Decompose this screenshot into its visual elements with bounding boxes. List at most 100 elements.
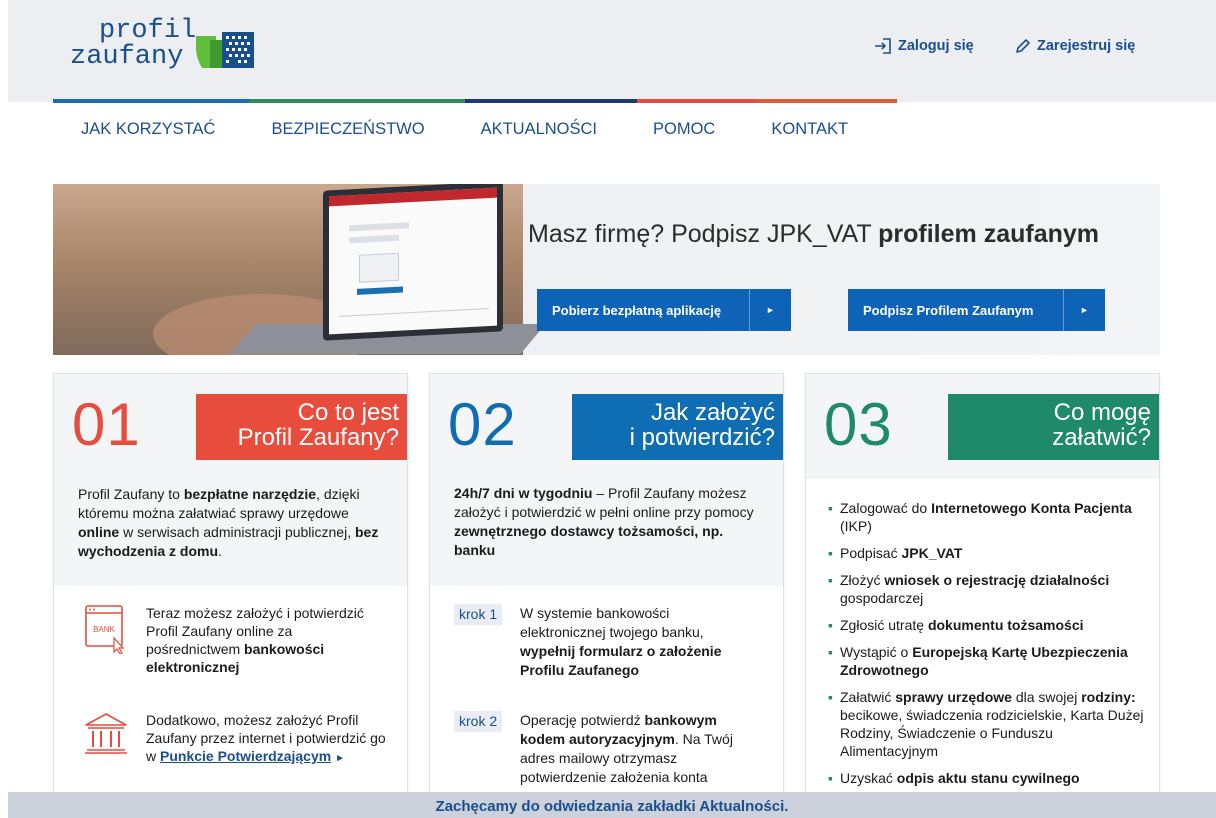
sign-with-profile-button[interactable]: Podpisz Profilem Zaufanym ► <box>848 289 1105 331</box>
list-text: Wystąpić o <box>840 644 913 660</box>
card-header: 03 Co mogę załatwić? <box>806 374 1159 479</box>
banner-title-bold: profilem zaufanym <box>878 220 1099 248</box>
card-lead: 24h/7 dni w tygodniu – Profil Zaufany mo… <box>454 484 764 560</box>
card-header: 02 Jak założyć i potwierdzić? 24h/7 dni … <box>430 374 783 586</box>
lead-text: bezpłatne narzędzie <box>183 486 317 502</box>
list-item: ▪ Złożyć wniosek o rejestrację działalnoś… <box>828 571 1150 607</box>
card-title-line-1: Jak założyć <box>650 399 775 426</box>
main-nav: JAK KORZYSTAĆ BEZPIECZEŃSTWO AKTUALNOŚCI… <box>81 120 848 139</box>
arrow-right-icon: ► <box>335 753 345 764</box>
step-text-part: W systemie bankowości elektronicznej two… <box>520 605 704 640</box>
list-text: becikowe, świadczenia rodzicielskie, Kar… <box>840 707 1144 759</box>
card-title-line-2: Profil Zaufany? <box>237 424 399 451</box>
list-item: ▪ Zalogować do Internetowego Konta Pacjen… <box>828 499 1150 535</box>
confirmation-point-link[interactable]: Punkcie Potwierdzającym <box>160 748 331 764</box>
list-item: ▪ Załatwić sprawy urzędowe dla swojej rod… <box>828 688 1150 760</box>
arrow-right-icon: ► <box>1063 289 1105 331</box>
login-label: Zaloguj się <box>898 38 974 54</box>
pencil-icon <box>1016 39 1030 53</box>
list-text: (IKP) <box>840 518 872 534</box>
stripe-segment <box>249 99 465 103</box>
login-icon <box>875 38 891 54</box>
banner-photo <box>53 184 546 355</box>
card-title: Jak założyć i potwierdzić? <box>572 394 783 460</box>
services-list: ▪ Zalogować do Internetowego Konta Pacjen… <box>828 499 1150 796</box>
news-notice-bar[interactable]: Zachęcamy do odwiedzania zakładki Aktual… <box>8 792 1216 818</box>
feature-confirm-point-text: Dodatkowo, możesz założyć Profil Zaufany… <box>146 711 386 768</box>
list-text: dla swojej <box>1011 689 1082 705</box>
list-item: ▪ Uzyskać odpis aktu stanu cywilnego <box>828 769 1150 787</box>
lead-text: zewnętrznego dostawcy tożsamości, np. ba… <box>454 523 724 558</box>
card-what-is: 01 Co to jest Profil Zaufany? Profil Zau… <box>53 373 408 803</box>
list-text: sprawy urzędowe <box>895 689 1012 705</box>
step-text: Operację potwierdź bankowym kodem autory… <box>520 711 750 787</box>
stripe-segment <box>759 99 897 103</box>
list-text: Uzyskać <box>840 770 897 786</box>
logo-mark-icon <box>196 32 254 68</box>
list-text: Złożyć <box>840 572 885 588</box>
top-bar: profil zaufany Zaloguj się Zarejestruj s… <box>8 0 1216 102</box>
card-title: Co mogę załatwić? <box>948 394 1159 460</box>
list-text: odpis aktu stanu cywilnego <box>896 770 1080 786</box>
nav-bezpieczenstwo[interactable]: BEZPIECZEŃSTWO <box>271 120 424 139</box>
sign-with-profile-label: Podpisz Profilem Zaufanym <box>863 302 1034 318</box>
bullet-icon: ▪ <box>828 617 833 633</box>
card-how-to-create: 02 Jak założyć i potwierdzić? 24h/7 dni … <box>429 373 784 803</box>
nav-kontakt[interactable]: KONTAKT <box>771 120 848 139</box>
list-text: rodziny: <box>1081 689 1136 705</box>
feature-bank-text: Teraz możesz założyć i potwierdzić Profi… <box>146 604 386 676</box>
online-bank-icon: BANK <box>85 605 125 654</box>
list-text: Zalogować do <box>840 500 932 516</box>
card-lead: Profil Zaufany to bezpłatne narzędzie, d… <box>78 485 388 561</box>
bank-icon-label: BANK <box>93 625 115 634</box>
profil-zaufany-logo[interactable]: profil zaufany <box>70 18 270 82</box>
bullet-icon: ▪ <box>828 572 833 588</box>
logo-line-2: zaufany <box>70 42 184 72</box>
lead-text: 24h/7 dni w tygodniu <box>454 485 593 501</box>
step-text-part: Operację potwierdź <box>520 712 645 728</box>
nav-pomoc[interactable]: POMOC <box>653 120 715 139</box>
bullet-icon: ▪ <box>828 500 833 516</box>
promo-banner: Masz firmę? Podpisz JPK_VAT profilem zau… <box>53 184 1160 355</box>
step-tag: krok 1 <box>454 604 503 625</box>
list-item: ▪ Podpisać JPK_VAT <box>828 544 1150 562</box>
step-text: W systemie bankowości elektronicznej two… <box>520 604 750 680</box>
list-text: gospodarczej <box>840 590 924 606</box>
news-notice-text: Zachęcamy do odwiedzania zakładki Aktual… <box>435 798 789 815</box>
list-text: wniosek o rejestrację działalności <box>884 572 1110 588</box>
register-label: Zarejestruj się <box>1037 38 1136 54</box>
list-text: Zgłosić utratę <box>840 617 928 633</box>
list-text: JPK_VAT <box>901 545 963 561</box>
list-text: Podpisać <box>840 545 902 561</box>
login-link[interactable]: Zaloguj się <box>874 38 974 54</box>
banner-title: Masz firmę? Podpisz JPK_VAT profilem zau… <box>528 220 1099 249</box>
card-title-line-2: i potwierdzić? <box>629 424 775 451</box>
bullet-icon: ▪ <box>828 770 833 786</box>
card-number: 03 <box>824 391 893 458</box>
list-text: Załatwić <box>840 689 896 705</box>
register-link[interactable]: Zarejestruj się <box>1015 38 1135 54</box>
lead-text: Profil Zaufany to <box>78 486 184 502</box>
download-app-button[interactable]: Pobierz bezpłatną aplikację ► <box>537 289 791 331</box>
nav-aktualnosci[interactable]: AKTUALNOŚCI <box>481 120 597 139</box>
list-item: ▪ Zgłosić utratę dokumentu tożsamości <box>828 616 1150 634</box>
banner-title-plain: Masz firmę? Podpisz JPK_VAT <box>528 220 879 248</box>
card-what-can-i-do: 03 Co mogę załatwić? ▪ Zalogować do Inter… <box>805 373 1160 803</box>
bullet-icon: ▪ <box>828 689 833 705</box>
list-text: dokumentu tożsamości <box>927 617 1084 633</box>
bullet-icon: ▪ <box>828 545 833 561</box>
card-number: 02 <box>448 391 517 458</box>
arrow-right-icon: ► <box>749 289 791 331</box>
bullet-icon: ▪ <box>828 644 833 660</box>
card-title-line-1: Co to jest <box>297 399 399 426</box>
color-stripe <box>53 99 897 103</box>
stripe-segment <box>465 99 637 103</box>
step-tag: krok 2 <box>454 711 503 732</box>
nav-jak-korzystac[interactable]: JAK KORZYSTAĆ <box>81 120 215 139</box>
download-app-label: Pobierz bezpłatną aplikację <box>552 302 722 318</box>
lead-text: w serwisach administracji publicznej, <box>119 524 355 540</box>
step-text-part: wypełnij formularz o założenie Profilu Z… <box>520 643 722 678</box>
card-title-line-2: załatwić? <box>1052 424 1151 451</box>
list-text: Internetowego Konta Pacjenta <box>931 500 1132 516</box>
list-item: ▪ Wystąpić o Europejską Kartę Ubezpieczen… <box>828 643 1150 679</box>
